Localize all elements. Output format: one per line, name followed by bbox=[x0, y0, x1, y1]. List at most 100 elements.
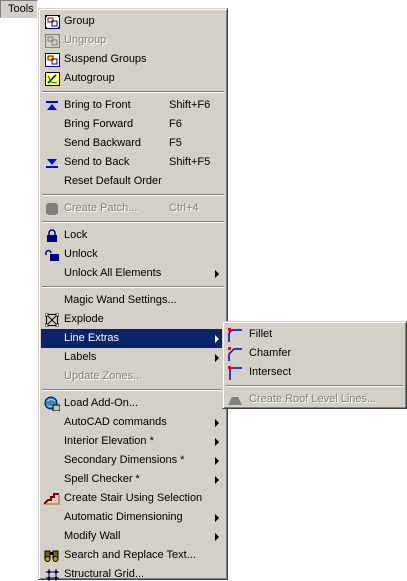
menu-separator bbox=[41, 218, 225, 226]
menu-item-lock[interactable]: Lock bbox=[41, 226, 225, 245]
menu-item-interior-elevation[interactable]: Interior Elevation * bbox=[41, 432, 225, 451]
menu-item-load-add-on[interactable]: Load Add-On... bbox=[41, 394, 225, 413]
menu-separator bbox=[225, 382, 404, 390]
autogroup-icon bbox=[44, 71, 60, 86]
menu-item-send-backward[interactable]: Send Backward F5 bbox=[41, 134, 225, 153]
stair-icon bbox=[44, 491, 60, 506]
menu-item-structural-grid[interactable]: Structural Grid... bbox=[41, 565, 225, 581]
menu-item-shortcut: Shift+F5 bbox=[169, 156, 211, 168]
menu-item-label: Explode bbox=[64, 313, 104, 325]
tools-menu-title[interactable]: Tools bbox=[0, 0, 38, 18]
menu-item-label: Lock bbox=[64, 229, 88, 241]
submenu-arrow-icon bbox=[215, 270, 219, 278]
menu-item-search-replace-text[interactable]: Search and Replace Text... bbox=[41, 546, 225, 565]
submenu-arrow-icon bbox=[215, 354, 219, 362]
menu-item-suspend-groups[interactable]: Suspend Groups bbox=[41, 50, 225, 69]
menu-item-label: Bring to Front bbox=[64, 99, 131, 111]
menu-item-label: Group bbox=[64, 15, 95, 27]
create-patch-icon bbox=[44, 201, 60, 216]
menu-item-label: Ungroup bbox=[64, 34, 107, 46]
fillet-icon bbox=[227, 327, 243, 342]
menu-item-label: Secondary Dimensions * bbox=[64, 454, 185, 466]
intersect-icon bbox=[227, 365, 243, 380]
submenu-arrow-icon bbox=[215, 335, 219, 343]
menu-item-label: Search and Replace Text... bbox=[64, 549, 196, 561]
menu-item-label: Line Extras bbox=[64, 332, 120, 344]
menu-item-modify-wall[interactable]: Modify Wall bbox=[41, 527, 225, 546]
menu-item-create-roof-level-lines[interactable]: Create Roof Level Lines... bbox=[225, 390, 404, 409]
submenu-arrow-icon bbox=[215, 438, 219, 446]
menu-item-label: Create Patch... bbox=[64, 202, 138, 214]
menu-item-label: Autogroup bbox=[64, 72, 115, 84]
menu-item-label: Unlock bbox=[64, 248, 98, 260]
menu-item-label: Send Backward bbox=[64, 137, 142, 149]
menu-item-bring-forward[interactable]: Bring Forward F6 bbox=[41, 115, 225, 134]
submenu-arrow-icon bbox=[215, 457, 219, 465]
menu-item-ungroup[interactable]: Ungroup bbox=[41, 31, 225, 50]
menu-item-label: Automatic Dimensioning bbox=[64, 511, 183, 523]
menu-item-secondary-dimensions[interactable]: Secondary Dimensions * bbox=[41, 451, 225, 470]
bring-to-front-icon bbox=[44, 98, 60, 113]
menu-item-label: Interior Elevation * bbox=[64, 435, 154, 447]
menu-item-label: Bring Forward bbox=[64, 118, 134, 130]
menu-separator bbox=[41, 283, 225, 291]
menu-item-label: Modify Wall bbox=[64, 530, 121, 542]
menu-item-explode[interactable]: Explode bbox=[41, 310, 225, 329]
menu-item-group[interactable]: Group bbox=[41, 12, 225, 31]
submenu-arrow-icon bbox=[215, 514, 219, 522]
menu-item-intersect[interactable]: Intersect bbox=[225, 363, 404, 382]
menu-item-create-stair[interactable]: Create Stair Using Selection bbox=[41, 489, 225, 508]
group-icon bbox=[44, 14, 60, 29]
submenu-arrow-icon bbox=[215, 533, 219, 541]
menu-item-label: Unlock All Elements bbox=[64, 267, 162, 279]
tools-dropdown-menu: Group Ungroup Suspend Groups Autogroup B… bbox=[38, 8, 228, 581]
chamfer-icon bbox=[227, 346, 243, 361]
menu-item-unlock[interactable]: Unlock bbox=[41, 245, 225, 264]
menu-item-autocad-commands[interactable]: AutoCAD commands bbox=[41, 413, 225, 432]
menu-item-fillet[interactable]: Fillet bbox=[225, 325, 404, 344]
menu-item-chamfer[interactable]: Chamfer bbox=[225, 344, 404, 363]
menu-item-label: Reset Default Order bbox=[64, 175, 162, 187]
menu-item-shortcut: Shift+F6 bbox=[169, 99, 211, 111]
menu-item-line-extras[interactable]: Line Extras bbox=[41, 329, 225, 348]
menu-item-shortcut: F6 bbox=[169, 118, 182, 130]
menu-item-bring-to-front[interactable]: Bring to Front Shift+F6 bbox=[41, 96, 225, 115]
lock-icon bbox=[44, 228, 60, 243]
menu-item-label: Load Add-On... bbox=[64, 397, 138, 409]
menu-item-create-patch[interactable]: Create Patch... Ctrl+4 bbox=[41, 199, 225, 218]
grid-icon bbox=[44, 567, 60, 581]
menu-item-label: Structural Grid... bbox=[64, 568, 145, 580]
menu-item-labels[interactable]: Labels bbox=[41, 348, 225, 367]
suspend-groups-icon bbox=[44, 52, 60, 67]
menu-item-label: Chamfer bbox=[249, 347, 292, 359]
unlock-icon bbox=[44, 247, 60, 262]
menu-item-label: Create Stair Using Selection bbox=[64, 492, 203, 504]
menu-item-label: Update Zones... bbox=[64, 370, 143, 382]
menu-item-automatic-dimensioning[interactable]: Automatic Dimensioning bbox=[41, 508, 225, 527]
send-to-back-icon bbox=[44, 155, 60, 170]
load-add-on-icon bbox=[44, 396, 60, 411]
menu-item-magic-wand-settings[interactable]: Magic Wand Settings... bbox=[41, 291, 225, 310]
line-extras-submenu: Fillet Chamfer Intersect Create Roof Lev… bbox=[222, 321, 407, 409]
menu-item-update-zones[interactable]: Update Zones... bbox=[41, 367, 225, 386]
menu-item-autogroup[interactable]: Autogroup bbox=[41, 69, 225, 88]
menu-item-reset-default-order[interactable]: Reset Default Order bbox=[41, 172, 225, 191]
menu-item-send-to-back[interactable]: Send to Back Shift+F5 bbox=[41, 153, 225, 172]
menu-item-unlock-all-elements[interactable]: Unlock All Elements bbox=[41, 264, 225, 283]
menu-item-label: Suspend Groups bbox=[64, 53, 147, 65]
menu-item-label: Spell Checker * bbox=[64, 473, 140, 485]
submenu-arrow-icon bbox=[215, 419, 219, 427]
menu-separator bbox=[41, 88, 225, 96]
explode-icon bbox=[44, 312, 60, 327]
menu-item-label: Magic Wand Settings... bbox=[64, 294, 177, 306]
menu-item-label: AutoCAD commands bbox=[64, 416, 167, 428]
menu-item-label: Intersect bbox=[249, 366, 292, 378]
menu-item-label: Create Roof Level Lines... bbox=[249, 393, 377, 405]
roof-icon bbox=[227, 392, 243, 407]
menu-item-label: Fillet bbox=[249, 328, 273, 340]
ungroup-icon bbox=[44, 33, 60, 48]
menu-item-shortcut: F5 bbox=[169, 137, 182, 149]
menu-item-spell-checker[interactable]: Spell Checker * bbox=[41, 470, 225, 489]
menu-separator bbox=[41, 386, 225, 394]
menu-item-label: Send to Back bbox=[64, 156, 130, 168]
